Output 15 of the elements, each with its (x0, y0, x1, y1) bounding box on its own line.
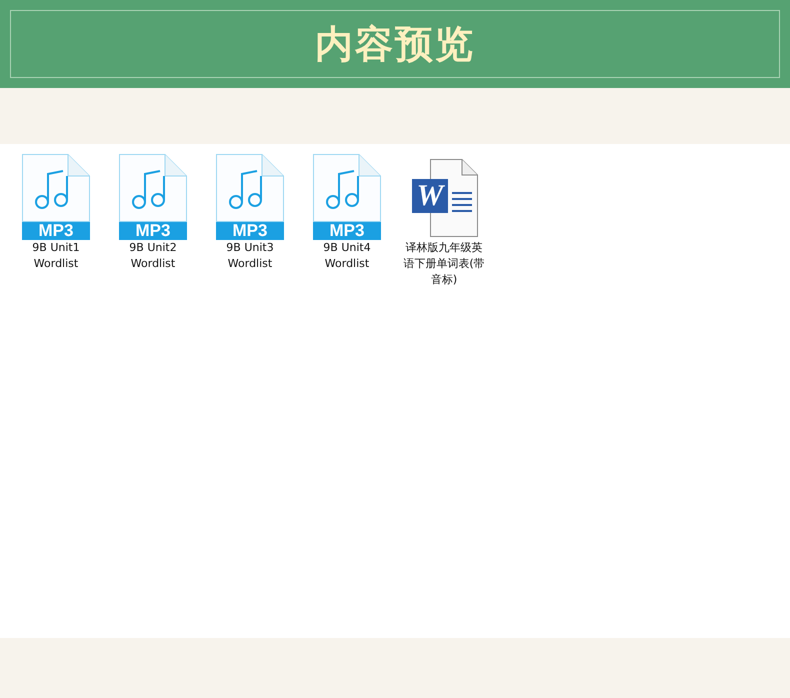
music-file-icon[interactable] (216, 154, 284, 222)
word-logo: W (412, 179, 448, 213)
music-file-icon[interactable] (119, 154, 187, 222)
file-type-label: MP3 (313, 222, 381, 240)
file-name[interactable]: 9B Unit2 Wordlist (118, 240, 188, 272)
file-name[interactable]: 译林版九年级英语下册单词表(带音标) (402, 240, 486, 288)
file-type-label: MP3 (216, 222, 284, 240)
music-file-icon[interactable] (313, 154, 381, 222)
file-name[interactable]: 9B Unit1 Wordlist (21, 240, 91, 272)
banner-title: 内容预览 (315, 20, 475, 68)
music-file-icon[interactable] (22, 154, 90, 222)
file-name[interactable]: 9B Unit3 Wordlist (215, 240, 285, 272)
file-name[interactable]: 9B Unit4 Wordlist (312, 240, 382, 272)
file-type-label: MP3 (119, 222, 187, 240)
file-type-label: MP3 (22, 222, 90, 240)
